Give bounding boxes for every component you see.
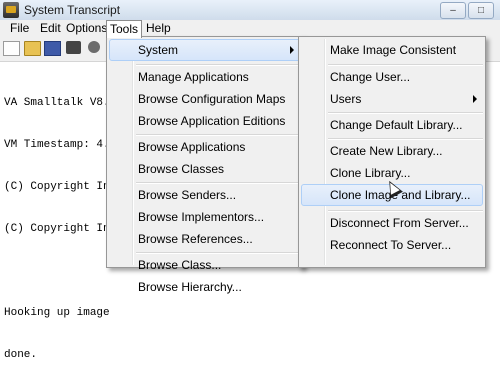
menu-item-browse-implementors[interactable]: Browse Implementors...	[109, 206, 301, 228]
window-title: System Transcript	[24, 3, 121, 17]
menu-item-label: Users	[330, 92, 362, 106]
transcript-line: (C) Copyright Insta	[4, 181, 119, 193]
transcript-line: Hooking up image	[4, 307, 110, 319]
minimize-button[interactable]: –	[440, 2, 466, 19]
menu-item-system[interactable]: System	[109, 39, 301, 61]
system-submenu: Make Image Consistent Change User... Use…	[298, 36, 486, 268]
menu-help[interactable]: Help	[143, 21, 174, 36]
print-icon[interactable]	[66, 41, 81, 54]
transcript-line: done.	[4, 349, 38, 361]
submenu-arrow-icon	[473, 95, 477, 103]
transcript-text[interactable]: VA Smalltalk V8.5. VM Timestamp: 4.0 (C)…	[4, 68, 119, 390]
menu-item-browse-references[interactable]: Browse References...	[109, 228, 301, 250]
transcript-line: VA Smalltalk V8.5.	[4, 97, 119, 109]
tools-menu: System Manage Applications Browse Config…	[106, 36, 304, 294]
app-window: System Transcript – □ File Edit Options …	[0, 0, 500, 361]
menu-item-browse-classes[interactable]: Browse Classes	[109, 158, 301, 180]
save-icon[interactable]	[44, 41, 61, 56]
menu-tools[interactable]: Tools	[106, 20, 143, 38]
menu-item-browse-configuration-maps[interactable]: Browse Configuration Maps	[109, 88, 301, 110]
menu-options[interactable]: Options	[63, 21, 110, 36]
menu-item-make-image-consistent[interactable]: Make Image Consistent	[301, 39, 483, 61]
new-file-icon[interactable]	[3, 41, 20, 56]
menu-item-users[interactable]: Users	[301, 88, 483, 110]
settings-icon[interactable]	[88, 41, 100, 53]
transcript-line: (C) Copyright Intern	[4, 223, 119, 235]
menu-item-browse-hierarchy[interactable]: Browse Hierarchy...	[109, 276, 301, 298]
menu-item-browse-applications[interactable]: Browse Applications	[109, 136, 301, 158]
menu-item-label: System	[138, 43, 179, 57]
maximize-button[interactable]: □	[468, 2, 494, 19]
menu-item-reconnect-to-server[interactable]: Reconnect To Server...	[301, 234, 483, 256]
menu-file[interactable]: File	[7, 21, 32, 36]
menu-item-disconnect-from-server[interactable]: Disconnect From Server...	[301, 212, 483, 234]
window-controls: – □	[440, 2, 494, 19]
menu-item-browse-senders[interactable]: Browse Senders...	[109, 184, 301, 206]
transcript-line: VM Timestamp: 4.0	[4, 139, 117, 151]
submenu-arrow-icon	[290, 46, 294, 54]
open-folder-icon[interactable]	[24, 41, 41, 56]
transcript-line	[4, 264, 119, 278]
menu-item-browse-class[interactable]: Browse Class...	[109, 254, 301, 276]
menu-bar: File Edit Options Tools Help	[0, 20, 500, 38]
menu-item-create-new-library[interactable]: Create New Library...	[301, 140, 483, 162]
app-icon[interactable]	[3, 2, 19, 18]
menu-item-change-user[interactable]: Change User...	[301, 66, 483, 88]
title-bar[interactable]: System Transcript – □	[0, 0, 500, 21]
menu-edit[interactable]: Edit	[37, 21, 64, 36]
menu-item-manage-applications[interactable]: Manage Applications	[109, 66, 301, 88]
menu-item-browse-application-editions[interactable]: Browse Application Editions	[109, 110, 301, 132]
menu-item-change-default-library[interactable]: Change Default Library...	[301, 114, 483, 136]
